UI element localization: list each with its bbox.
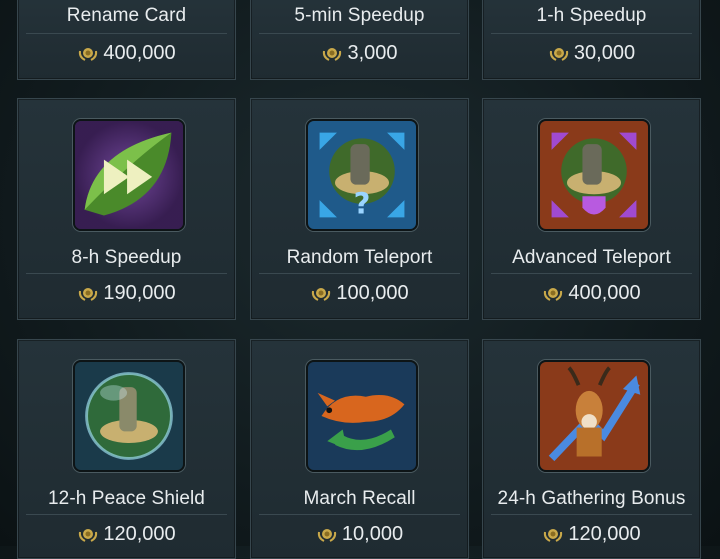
laurel-coin-icon (316, 526, 338, 544)
price-value: 190,000 (103, 282, 176, 304)
march-recall-fox-icon (306, 360, 418, 472)
shop-item-card[interactable]: Advanced Teleport 400,000 (482, 98, 701, 320)
item-name: 12-h Peace Shield (48, 488, 205, 509)
price-value: 100,000 (336, 282, 409, 304)
item-name: 5-min Speedup (294, 5, 425, 26)
item-name: March Recall (303, 488, 416, 509)
laurel-coin-icon (310, 285, 332, 303)
divider (26, 273, 227, 274)
divider (259, 273, 460, 274)
divider (26, 33, 227, 34)
shop-item-card[interactable]: 1-h Speedup 30,000 (482, 0, 701, 80)
divider (491, 33, 692, 34)
laurel-coin-icon (542, 526, 564, 544)
item-price: 3,000 (251, 42, 468, 65)
item-name: 1-h Speedup (536, 5, 647, 26)
price-value: 30,000 (573, 42, 636, 64)
item-price: 190,000 (18, 282, 235, 305)
item-price: 100,000 (251, 282, 468, 305)
price-value: 3,000 (347, 42, 398, 64)
shop-item-card[interactable]: 8-h Speedup 190,000 (17, 98, 236, 320)
item-price: 120,000 (18, 523, 235, 546)
shop-item-card[interactable]: March Recall 10,000 (250, 339, 469, 559)
item-name: 24-h Gathering Bonus (497, 488, 686, 509)
price-value: 120,000 (103, 523, 176, 545)
divider (491, 273, 692, 274)
item-name: Advanced Teleport (512, 247, 671, 268)
laurel-coin-icon (77, 285, 99, 303)
item-name: Rename Card (66, 5, 187, 26)
advanced-teleport-icon (538, 119, 650, 231)
item-price: 10,000 (251, 523, 468, 546)
laurel-coin-icon (77, 45, 99, 63)
price-value: 400,000 (568, 282, 641, 304)
price-value: 120,000 (568, 523, 641, 545)
item-price: 120,000 (483, 523, 700, 546)
divider (26, 514, 227, 515)
divider (259, 514, 460, 515)
random-teleport-icon: ? (306, 119, 418, 231)
divider (491, 514, 692, 515)
laurel-coin-icon (321, 45, 343, 63)
laurel-coin-icon (77, 526, 99, 544)
laurel-coin-icon (548, 45, 570, 63)
gathering-bonus-antelope-icon (538, 360, 650, 472)
shop-item-card[interactable]: 24-h Gathering Bonus 120,000 (482, 339, 701, 559)
fast-forward-leaf-icon (73, 119, 185, 231)
shop-item-card[interactable]: Rename Card 400,000 (17, 0, 236, 80)
shop-item-card[interactable]: ? Random Teleport 100,000 (250, 98, 469, 320)
shop-item-card[interactable]: 5-min Speedup 3,000 (250, 0, 469, 80)
divider (259, 33, 460, 34)
price-value: 400,000 (103, 42, 176, 64)
laurel-coin-icon (542, 285, 564, 303)
svg-text:?: ? (354, 187, 371, 221)
item-price: 400,000 (18, 42, 235, 65)
item-price: 400,000 (483, 282, 700, 305)
peace-shield-orb-icon (73, 360, 185, 472)
item-name: 8-h Speedup (71, 247, 182, 268)
price-value: 10,000 (341, 523, 404, 545)
item-price: 30,000 (483, 42, 700, 65)
shop-item-card[interactable]: 12-h Peace Shield 120,000 (17, 339, 236, 559)
item-name: Random Teleport (286, 247, 433, 268)
